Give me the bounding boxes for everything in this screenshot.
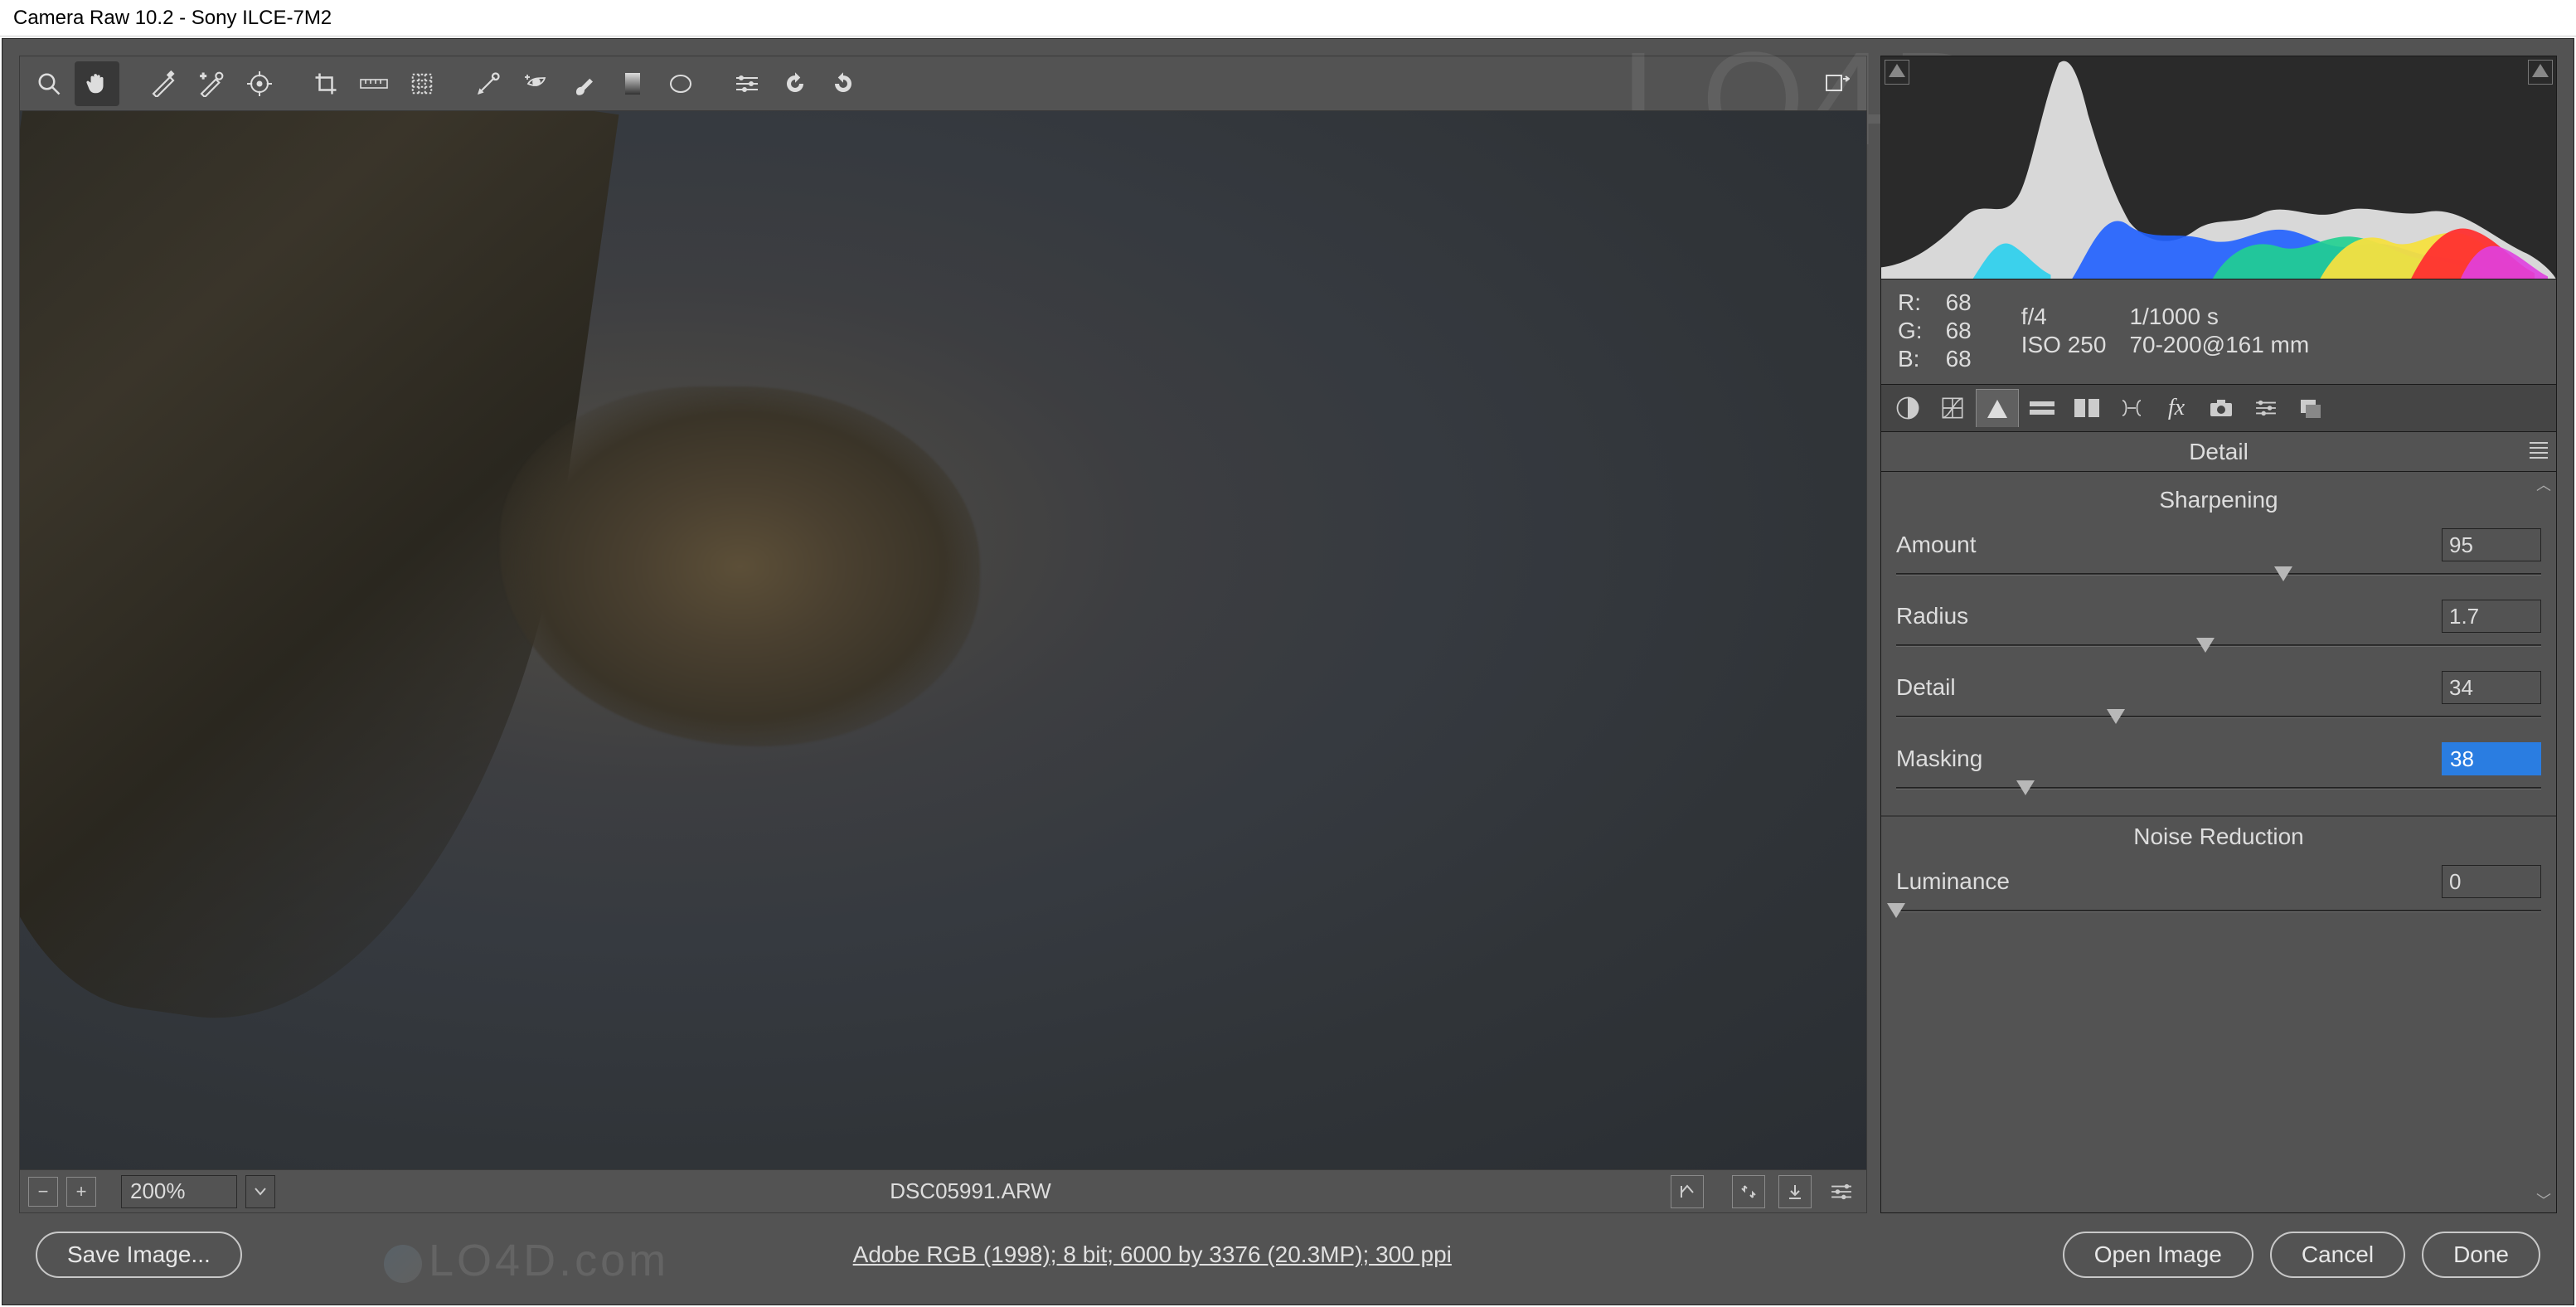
zoom-tool-icon[interactable] [27,61,71,106]
open-image-button[interactable]: Open Image [2063,1232,2253,1278]
right-panel: R: 68 G: 68 B: 68 f/4 1/1000 s ISO 250 70-200… [1880,56,2557,1213]
noise-heading: Noise Reduction [1896,824,2541,850]
graduated-filter-tool-icon[interactable] [610,61,655,106]
main-area: + [19,56,2557,1213]
zoom-out-button[interactable]: − [28,1177,58,1207]
preferences-icon[interactable] [725,61,769,106]
amount-value[interactable]: 95 [2442,528,2541,561]
detail-label: Detail [1896,674,1956,701]
amount-label: Amount [1896,532,1977,558]
g-value: 68 [1946,318,1972,344]
luminance-row: Luminance 0 [1896,865,2541,898]
detail-slider[interactable] [1896,707,2541,727]
zoom-level-select[interactable]: 200% [121,1175,237,1208]
targeted-adjustment-tool-icon[interactable] [237,61,282,106]
exif-readout: R: 68 G: 68 B: 68 f/4 1/1000 s ISO 250 70-200… [1880,279,2557,384]
radius-row: Radius 1.7 [1896,600,2541,633]
save-image-button[interactable]: Save Image... [36,1232,242,1278]
shutter-value: 1/1000 s [2129,304,2309,330]
sharpening-heading: Sharpening [1896,487,2541,513]
tab-detail-icon[interactable] [1976,389,2019,427]
straighten-tool-icon[interactable] [352,61,396,106]
panel-menu-icon[interactable] [2530,442,2548,459]
luminance-value[interactable]: 0 [2442,865,2541,898]
zoom-in-button[interactable]: + [66,1177,96,1207]
title-bar: Camera Raw 10.2 - Sony ILCE-7M2 [0,0,2576,36]
masking-slider[interactable] [1896,779,2541,799]
scroll-down-icon[interactable]: ﹀ [2536,1189,2551,1211]
aperture-value: f/4 [2021,304,2107,330]
rotate-ccw-icon[interactable] [773,61,817,106]
preview-settings-icon[interactable] [1825,1175,1858,1208]
panel-body: ︿ ﹀ Sharpening Amount 95 Radius 1.7 [1880,472,2557,1213]
svg-text:+: + [201,70,206,82]
spot-removal-tool-icon[interactable] [466,61,511,106]
amount-row: Amount 95 [1896,528,2541,561]
image-preview[interactable] [19,110,1867,1170]
app-frame: LO4D.com + [2,38,2574,1305]
radius-label: Radius [1896,603,1968,629]
amount-slider[interactable] [1896,565,2541,585]
checkpoint-button[interactable] [1778,1175,1812,1208]
hand-tool-icon[interactable] [75,61,119,106]
detail-value[interactable]: 34 [2442,671,2541,704]
color-sampler-tool-icon[interactable]: + [189,61,234,106]
panel-title: Detail [2189,439,2249,465]
white-balance-tool-icon[interactable] [141,61,186,106]
tab-fx-icon[interactable]: fx [2155,389,2198,427]
panel-tabs: fx [1880,384,2557,432]
b-label: B: [1898,346,1923,372]
toggle-mark-button[interactable] [1671,1175,1704,1208]
tab-basic-icon[interactable] [1886,389,1929,427]
iso-value: ISO 250 [2021,332,2107,358]
radius-value[interactable]: 1.7 [2442,600,2541,633]
r-label: R: [1898,289,1923,316]
masking-row: Masking 38 [1896,742,2541,775]
tab-lens-icon[interactable] [2110,389,2153,427]
workflow-options-link[interactable]: Adobe RGB (1998); 8 bit; 6000 by 3376 (2… [853,1241,1452,1268]
watermark-small: LO4D.com [384,1235,669,1286]
window-title: Camera Raw 10.2 - Sony ILCE-7M2 [13,7,332,30]
luminance-label: Luminance [1896,868,2010,895]
tab-snapshots-icon[interactable] [2289,389,2332,427]
scroll-up-icon[interactable]: ︿ [2536,474,2551,495]
histogram-chart [1881,56,2556,279]
toolbar: + [19,56,1867,110]
zoom-dropdown-icon[interactable] [245,1175,275,1208]
tab-camera-icon[interactable] [2200,389,2243,427]
tab-split-icon[interactable] [2065,389,2108,427]
b-value: 68 [1946,346,1972,372]
cancel-button[interactable]: Cancel [2270,1232,2405,1278]
fullscreen-toggle-icon[interactable] [1815,61,1860,106]
histogram[interactable] [1880,56,2557,279]
r-value: 68 [1946,289,1972,316]
filename-label: DSC05991.ARW [284,1178,1657,1204]
red-eye-tool-icon[interactable] [514,61,559,106]
detail-row: Detail 34 [1896,671,2541,704]
tab-presets-icon[interactable] [2244,389,2287,427]
tab-curve-icon[interactable] [1931,389,1974,427]
done-button[interactable]: Done [2422,1232,2540,1278]
swap-button[interactable] [1732,1175,1765,1208]
app-window: Camera Raw 10.2 - Sony ILCE-7M2 LO4D.com… [0,0,2576,1307]
preview-status-bar: − + 200% DSC05991.ARW [19,1170,1867,1213]
panel-title-bar: Detail [1880,432,2557,472]
footer-bar: LO4D.com Save Image... Adobe RGB (1998);… [19,1213,2557,1288]
radius-slider[interactable] [1896,636,2541,656]
rotate-cw-icon[interactable] [821,61,866,106]
masking-value[interactable]: 38 [2442,742,2541,775]
crop-tool-icon[interactable] [303,61,348,106]
adjustment-brush-tool-icon[interactable] [562,61,607,106]
tab-hsl-icon[interactable] [2021,389,2064,427]
left-column: + [19,56,1867,1213]
g-label: G: [1898,318,1923,344]
radial-filter-tool-icon[interactable] [658,61,703,106]
luminance-slider[interactable] [1896,901,2541,921]
zoom-value: 200% [130,1178,186,1204]
lens-value: 70-200@161 mm [2129,332,2309,358]
masking-label: Masking [1896,746,1982,772]
transform-tool-icon[interactable] [400,61,444,106]
